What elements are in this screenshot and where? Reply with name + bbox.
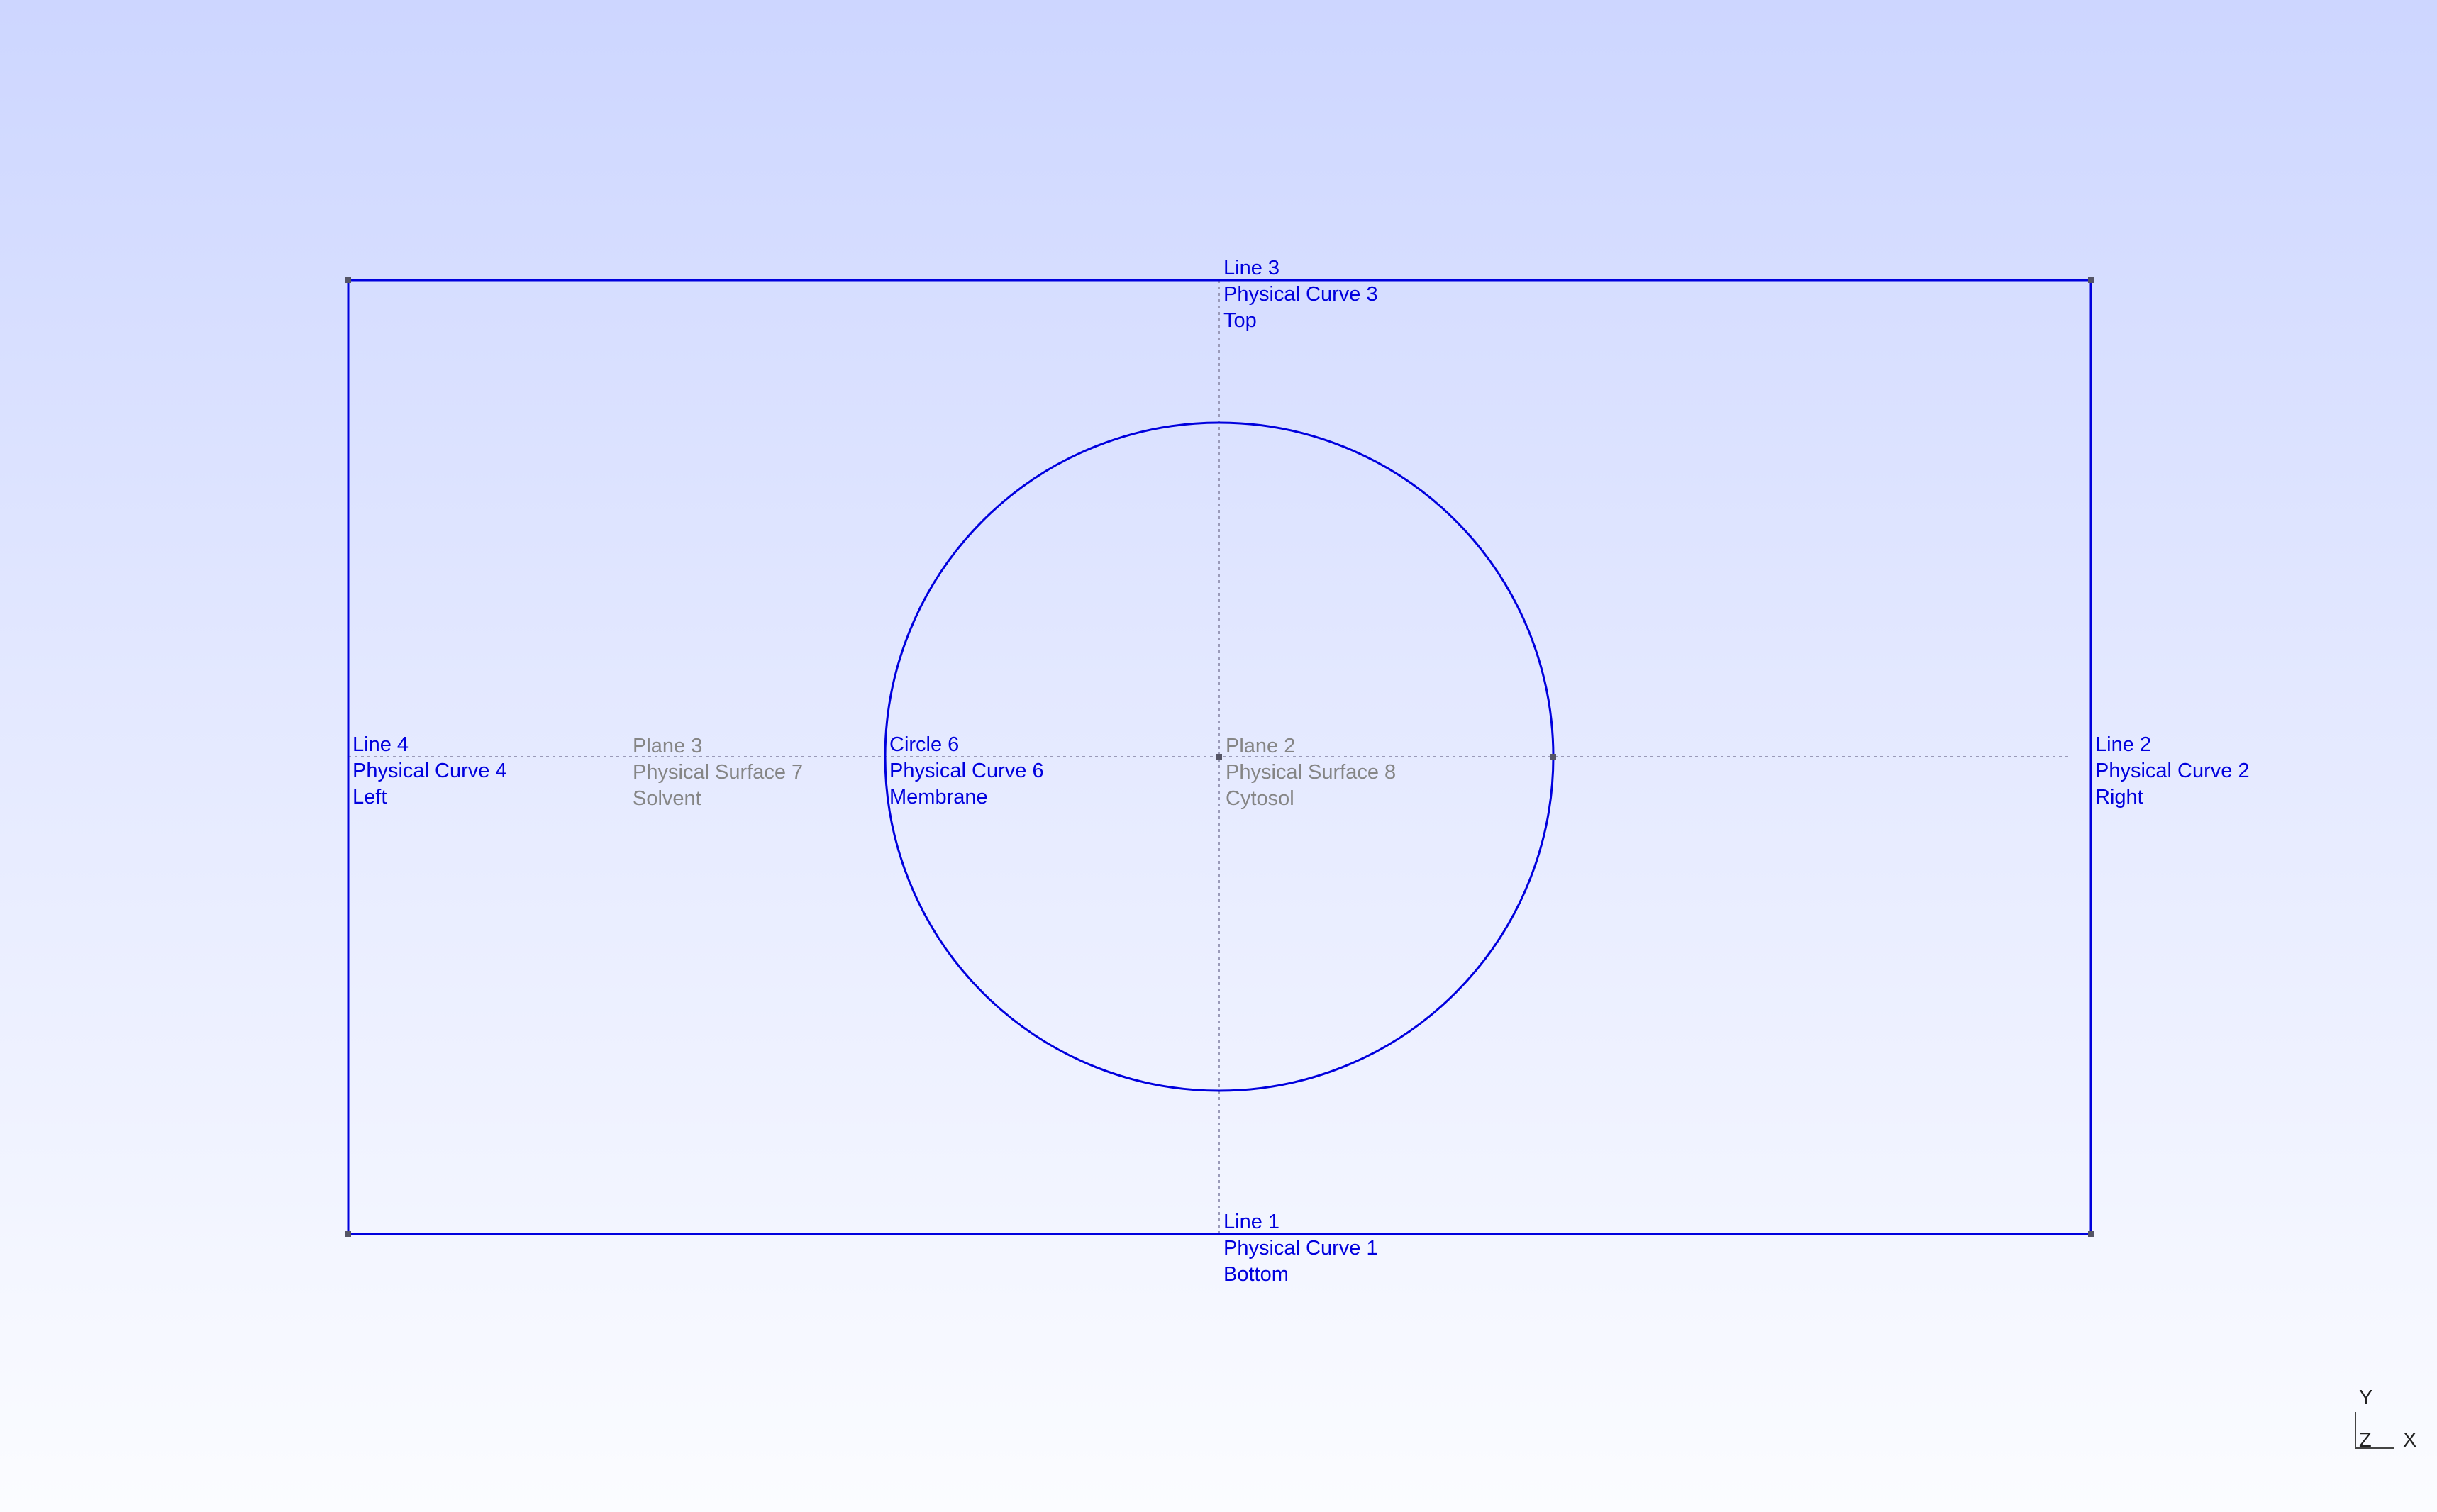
label-circle-6-physical: Physical Curve 6 [889,760,1044,782]
label-plane-2-physical: Physical Surface 8 [1226,761,1397,784]
label-line-1-name: Line 1 [1223,1211,1280,1233]
point-circle-center[interactable] [1216,754,1222,760]
label-line-3-tag: Top [1223,309,1257,332]
point-bottom-left[interactable] [345,1231,351,1237]
label-line-4-tag: Left [352,786,387,808]
point-top-right[interactable] [2088,277,2094,283]
label-plane-3-name: Plane 3 [633,735,703,757]
label-plane-2-tag: Cytosol [1226,787,1294,810]
point-bottom-right[interactable] [2088,1231,2094,1237]
label-line-3-name: Line 3 [1223,257,1280,279]
label-line-3: Line 3 Physical Curve 3 Top [1223,255,1378,334]
graphics-viewport[interactable]: Line 3 Physical Curve 3 Top Line 1 Physi… [0,0,2437,1512]
axes-gizmo: Y Z X [2348,1386,2426,1454]
label-plane-3: Plane 3 Physical Surface 7 Solvent [633,733,803,812]
label-plane-3-physical: Physical Surface 7 [633,761,804,784]
axis-y-line [2355,1412,2356,1449]
label-line-4: Line 4 Physical Curve 4 Left [352,732,507,811]
label-circle-6-name: Circle 6 [889,733,960,756]
label-line-2: Line 2 Physical Curve 2 Right [2095,732,2250,811]
label-plane-3-tag: Solvent [633,787,701,810]
label-line-4-physical: Physical Curve 4 [352,760,507,782]
label-line-4-name: Line 4 [352,733,409,756]
label-line-2-physical: Physical Curve 2 [2095,760,2250,782]
label-line-1-tag: Bottom [1223,1263,1289,1286]
label-line-2-name: Line 2 [2095,733,2152,756]
point-top-left[interactable] [345,277,351,283]
label-circle-6-tag: Membrane [889,786,988,808]
label-line-1-physical: Physical Curve 1 [1223,1237,1378,1260]
label-line-2-tag: Right [2095,786,2143,808]
axis-y-label: Y [2359,1386,2373,1409]
label-plane-2: Plane 2 Physical Surface 8 Cytosol [1226,733,1396,812]
label-line-1: Line 1 Physical Curve 1 Bottom [1223,1209,1378,1288]
axis-x-label: X [2403,1429,2417,1452]
label-circle-6: Circle 6 Physical Curve 6 Membrane [889,732,1044,811]
point-circle-right[interactable] [1550,754,1556,760]
label-line-3-physical: Physical Curve 3 [1223,283,1378,306]
axis-z-label: Z [2359,1429,2372,1452]
label-plane-2-name: Plane 2 [1226,735,1296,757]
